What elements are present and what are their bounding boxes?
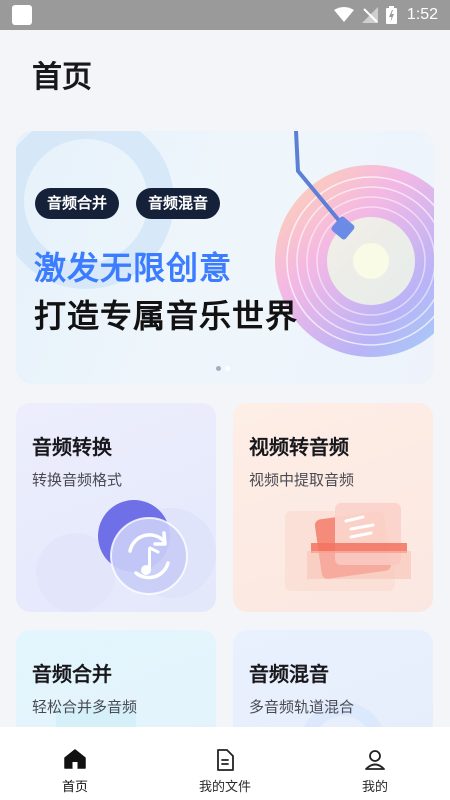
card-title: 音频转换 [32, 435, 112, 459]
card-title: 视频转音频 [249, 435, 349, 459]
card-subtitle: 轻松合并多音频 [32, 698, 138, 716]
nav-profile[interactable]: 我的 [300, 727, 450, 800]
status-icons: 1:52 [333, 5, 438, 25]
nav-label: 首页 [61, 780, 88, 795]
banner-headline: 激发无限创意 [34, 249, 233, 287]
card-subtitle: 多音频轨道混合 [249, 698, 355, 716]
status-bar: 1:52 [0, 0, 450, 30]
wifi-icon [333, 7, 354, 22]
status-time: 1:52 [406, 6, 438, 23]
page-title: 首页 [32, 60, 92, 95]
audio-convert-card[interactable]: 音频转换 转换音频格式 [16, 403, 216, 612]
nav-label: 我的文件 [198, 780, 251, 795]
home-icon [64, 749, 86, 769]
bottom-nav: 首页 我的文件 我的 [0, 727, 450, 800]
file-icon [217, 749, 234, 771]
nav-my-files[interactable]: 我的文件 [150, 727, 300, 800]
audio-merge-card[interactable]: 音频合并 轻松合并多音频 [16, 630, 216, 740]
notification-icon [12, 5, 32, 25]
promo-banner[interactable]: 音频合并 音频混音 激发无限创意 打造专属音乐世界 [16, 131, 434, 384]
audio-mix-card[interactable]: 音频混音 多音频轨道混合 [233, 630, 433, 740]
card-subtitle: 转换音频格式 [32, 471, 123, 489]
carousel-indicator [216, 366, 230, 371]
card-subtitle: 视频中提取音频 [249, 471, 355, 489]
no-signal-icon [361, 7, 378, 23]
banner-tag-mix: 音频混音 [136, 188, 221, 219]
carousel-dot-active [216, 366, 221, 371]
carousel-dot [225, 366, 230, 371]
battery-icon [385, 6, 397, 24]
nav-home[interactable]: 首页 [0, 727, 150, 800]
banner-subheadline: 打造专属音乐世界 [34, 297, 299, 335]
profile-icon [365, 750, 385, 770]
card-title: 音频合并 [32, 662, 112, 686]
nav-label: 我的 [361, 780, 388, 795]
card-title: 音频混音 [249, 662, 329, 686]
video-to-audio-card[interactable]: 视频转音频 视频中提取音频 [233, 403, 433, 612]
banner-tag-merge: 音频合并 [35, 188, 120, 219]
